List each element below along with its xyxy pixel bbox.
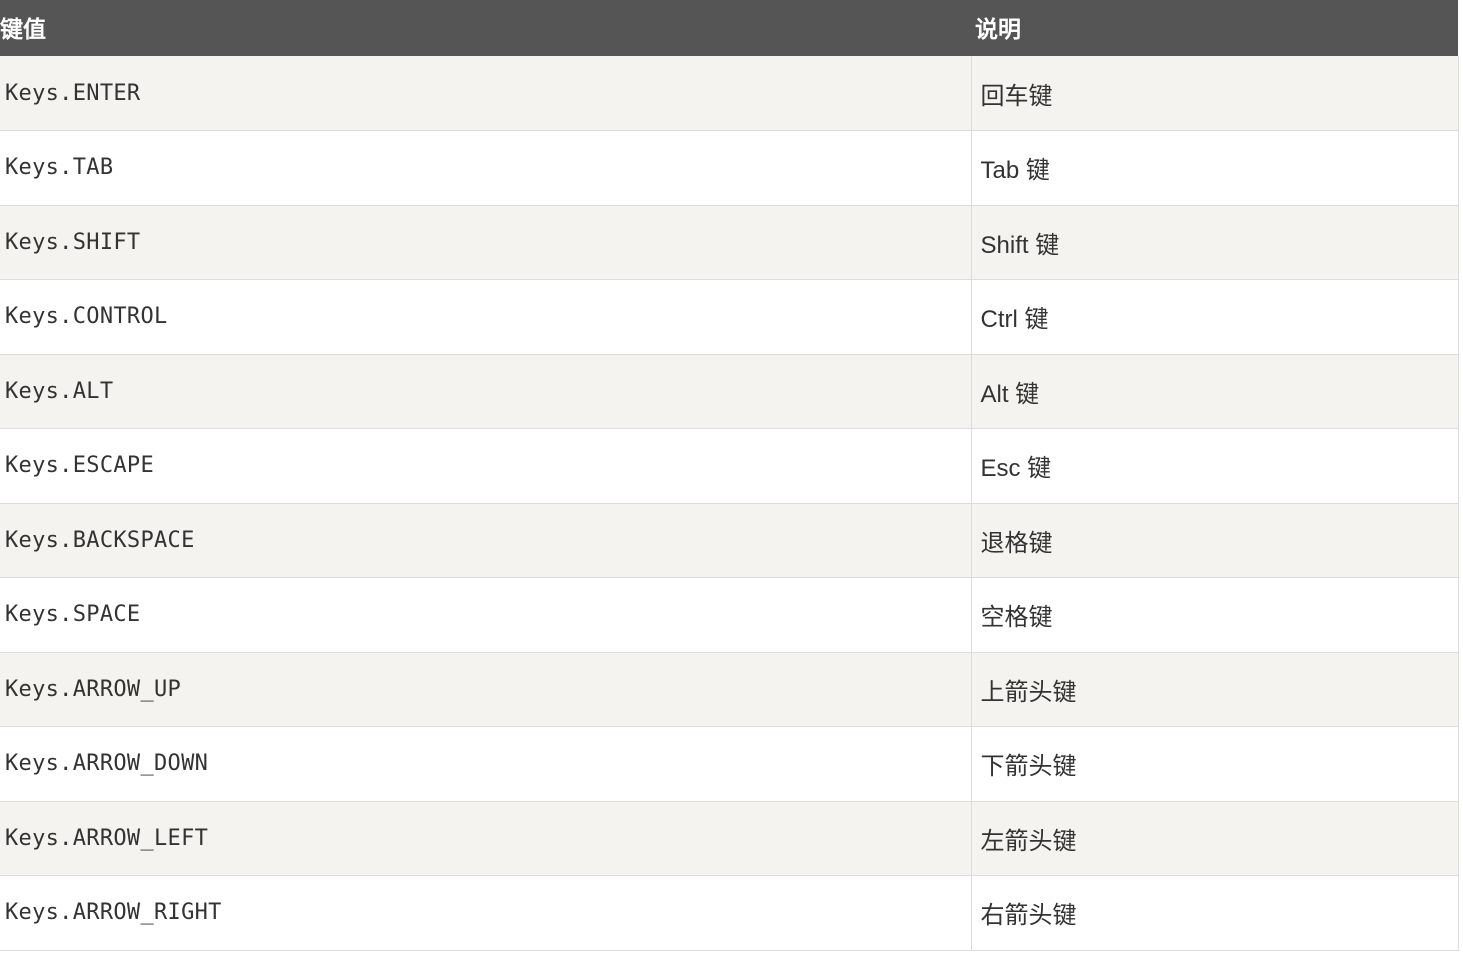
description-cell: 空格键 [971, 577, 1459, 653]
key-cell: Keys.ARROW_RIGHT [0, 875, 972, 951]
header-description: 说明 [971, 0, 1458, 56]
table-row: Keys.ARROW_RIGHT 右箭头键 [0, 875, 1459, 951]
description-cell: 上箭头键 [971, 652, 1459, 727]
description-cell: Esc 键 [971, 428, 1459, 504]
key-cell: Keys.ARROW_DOWN [0, 726, 972, 802]
key-cell: Keys.ENTER [0, 56, 972, 131]
description-cell: Alt 键 [971, 354, 1459, 429]
description-cell: Shift 键 [971, 205, 1459, 280]
key-cell: Keys.ESCAPE [0, 428, 972, 504]
table-row: Keys.ALT Alt 键 [0, 354, 1459, 429]
header-key: 键值 [0, 0, 971, 56]
table-row: Keys.ENTER 回车键 [0, 56, 1459, 131]
description-cell: 左箭头键 [971, 801, 1459, 876]
description-cell: Tab 键 [971, 130, 1459, 206]
description-cell: 退格键 [971, 503, 1459, 578]
description-cell: 回车键 [971, 56, 1459, 131]
key-cell: Keys.CONTROL [0, 279, 972, 355]
description-cell: 右箭头键 [971, 875, 1459, 951]
key-cell: Keys.ARROW_UP [0, 652, 972, 727]
header-row: 键值 说明 [0, 0, 1458, 56]
table-row: Keys.BACKSPACE 退格键 [0, 503, 1459, 578]
table-row: Keys.TAB Tab 键 [0, 130, 1459, 206]
table-row: Keys.ARROW_UP 上箭头键 [0, 652, 1459, 727]
description-cell: Ctrl 键 [971, 279, 1459, 355]
key-cell: Keys.BACKSPACE [0, 503, 972, 578]
table-row: Keys.SHIFT Shift 键 [0, 205, 1459, 280]
key-cell: Keys.ARROW_LEFT [0, 801, 972, 876]
key-cell: Keys.ALT [0, 354, 972, 429]
key-cell: Keys.SHIFT [0, 205, 972, 280]
table-header: 键值 说明 [0, 0, 1458, 56]
table-row: Keys.CONTROL Ctrl 键 [0, 279, 1459, 355]
keys-table: 键值 说明 Keys.ENTER 回车键 Keys.TAB Tab 键 Keys… [0, 0, 1459, 951]
table-row: Keys.ESCAPE Esc 键 [0, 428, 1459, 504]
table-body: Keys.ENTER 回车键 Keys.TAB Tab 键 Keys.SHIFT… [0, 56, 1459, 951]
key-cell: Keys.SPACE [0, 577, 972, 653]
description-cell: 下箭头键 [971, 726, 1459, 802]
table-row: Keys.SPACE 空格键 [0, 577, 1459, 653]
table-row: Keys.ARROW_LEFT 左箭头键 [0, 801, 1459, 876]
table-row: Keys.ARROW_DOWN 下箭头键 [0, 726, 1459, 802]
key-cell: Keys.TAB [0, 130, 972, 206]
